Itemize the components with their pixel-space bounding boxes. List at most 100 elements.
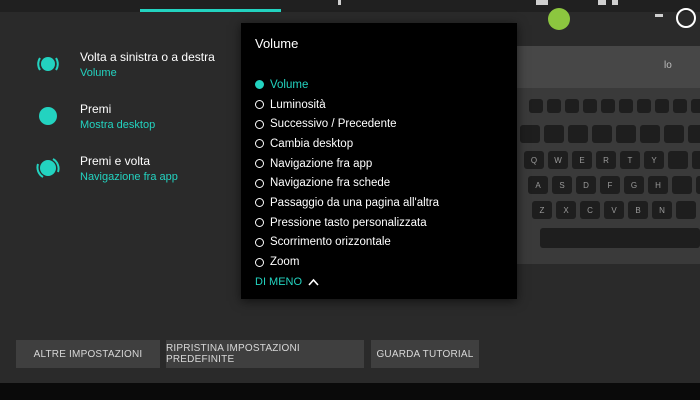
option-next-previous[interactable]: Successivo / Precedente	[255, 114, 439, 134]
keyboard-key	[676, 201, 696, 219]
dropdown-header: Volume	[255, 36, 299, 51]
keyboard-key	[692, 151, 700, 169]
keyboard-key	[691, 99, 700, 113]
radio-icon	[255, 237, 264, 247]
keyboard-key	[672, 176, 692, 194]
option-label: Zoom	[270, 256, 300, 269]
apps-icon[interactable]	[536, 0, 548, 5]
option-app-navigation[interactable]: Navigazione fra app	[255, 154, 439, 174]
keyboard-key	[568, 125, 588, 143]
keyboard-key	[616, 125, 636, 143]
keyboard-key: V	[604, 201, 624, 219]
keyboard-key: G	[624, 176, 644, 194]
chevron-up-icon	[308, 278, 319, 286]
action-title: Premi	[80, 102, 112, 116]
option-label: Navigazione fra schede	[270, 177, 391, 190]
radio-icon	[255, 139, 264, 149]
keyboard-key: C	[580, 201, 600, 219]
radio-icon	[255, 100, 264, 110]
keyboard-key: D	[576, 176, 596, 194]
top-tab-bar	[0, 0, 700, 12]
tab-fragment[interactable]	[612, 0, 618, 5]
keyboard-key	[640, 125, 660, 143]
radio-icon	[255, 178, 264, 188]
keyboard-key: E	[572, 151, 592, 169]
action-value[interactable]: Volume	[80, 67, 117, 79]
keyboard-logo: lo	[664, 60, 672, 71]
footer-ring-icon[interactable]	[676, 8, 696, 28]
option-volume[interactable]: Volume	[255, 75, 439, 95]
press-icon	[39, 107, 57, 125]
radio-icon	[255, 159, 264, 169]
keyboard-key	[668, 151, 688, 169]
show-less-label: DI MENO	[255, 276, 303, 288]
more-settings-button[interactable]: ALTRE IMPOSTAZIONI	[16, 340, 160, 368]
keyboard-key	[619, 99, 633, 113]
option-horizontal-scroll[interactable]: Scorrimento orizzontale	[255, 233, 439, 253]
spacebar-key	[540, 228, 700, 248]
keyboard-key: Y	[644, 151, 664, 169]
keyboard-key	[696, 176, 700, 194]
keyboard-image: lo Q W E R T Y A S D F G H Z X C V B N	[500, 46, 700, 264]
keyboard-key: Z	[532, 201, 552, 219]
option-label: Navigazione fra app	[270, 157, 373, 170]
option-label: Cambia desktop	[270, 137, 354, 150]
keyboard-key: N	[652, 201, 672, 219]
option-label: Successivo / Precedente	[270, 118, 397, 131]
option-label: Pressione tasto personalizzata	[270, 216, 427, 229]
radio-icon	[255, 198, 264, 208]
watch-tutorial-button[interactable]: GUARDA TUTORIAL	[371, 340, 479, 368]
dropdown-options: Volume Luminosità Successivo / Precedent…	[255, 75, 439, 272]
show-less-button[interactable]: DI MENO	[255, 276, 319, 288]
action-value[interactable]: Mostra desktop	[80, 119, 155, 131]
action-dropdown-menu[interactable]: Volume Volume Luminosità Successivo / Pr…	[241, 23, 517, 299]
keyboard-key: X	[556, 201, 576, 219]
keyboard-key	[688, 125, 700, 143]
keyboard-key	[601, 99, 615, 113]
keyboard-key	[529, 99, 543, 113]
keyboard-key	[592, 125, 612, 143]
radio-icon	[255, 80, 264, 90]
keyboard-key: Q	[524, 151, 544, 169]
radio-icon	[255, 257, 264, 267]
press-rotate-icon	[36, 158, 60, 178]
keyboard-key	[637, 99, 651, 113]
keyboard-key	[655, 99, 669, 113]
radio-icon	[255, 218, 264, 228]
tab-fragment[interactable]	[338, 0, 341, 5]
keyboard-key	[664, 125, 684, 143]
action-value[interactable]: Navigazione fra app	[80, 171, 178, 183]
restore-defaults-button[interactable]: RIPRISTINA IMPOSTAZIONI PREDEFINITE	[166, 340, 364, 368]
logo-icon	[548, 8, 570, 30]
radio-icon	[255, 119, 264, 129]
rotate-icon	[37, 57, 59, 71]
option-label: Volume	[270, 78, 309, 91]
option-custom-keystroke[interactable]: Pressione tasto personalizzata	[255, 213, 439, 233]
keyboard-top: lo	[500, 46, 700, 88]
option-tab-navigation[interactable]: Navigazione fra schede	[255, 173, 439, 193]
keyboard-key: H	[648, 176, 668, 194]
keyboard-key: F	[600, 176, 620, 194]
keyboard-key	[583, 99, 597, 113]
option-label: Luminosità	[270, 98, 326, 111]
keyboard-key: W	[548, 151, 568, 169]
option-brightness[interactable]: Luminosità	[255, 95, 439, 115]
keyboard-key	[544, 125, 564, 143]
option-label: Passaggio da una pagina all'altra	[270, 196, 440, 209]
keyboard-key: A	[528, 176, 548, 194]
option-zoom[interactable]: Zoom	[255, 252, 439, 272]
keyboard-key	[520, 125, 540, 143]
keyboard-key: B	[628, 201, 648, 219]
keyboard-key	[565, 99, 579, 113]
action-title: Premi e volta	[80, 154, 151, 168]
keyboard-key: S	[552, 176, 572, 194]
keyboard-key: R	[596, 151, 616, 169]
active-tab-indicator	[140, 9, 281, 12]
option-switch-desktop[interactable]: Cambia desktop	[255, 134, 439, 154]
option-label: Scorrimento orizzontale	[270, 236, 391, 249]
tab-fragment[interactable]	[598, 0, 606, 5]
option-page-navigation[interactable]: Passaggio da una pagina all'altra	[255, 193, 439, 213]
footer-dash-icon[interactable]	[655, 14, 663, 17]
keyboard-key	[547, 99, 561, 113]
action-title: Volta a sinistra o a destra	[80, 50, 215, 64]
